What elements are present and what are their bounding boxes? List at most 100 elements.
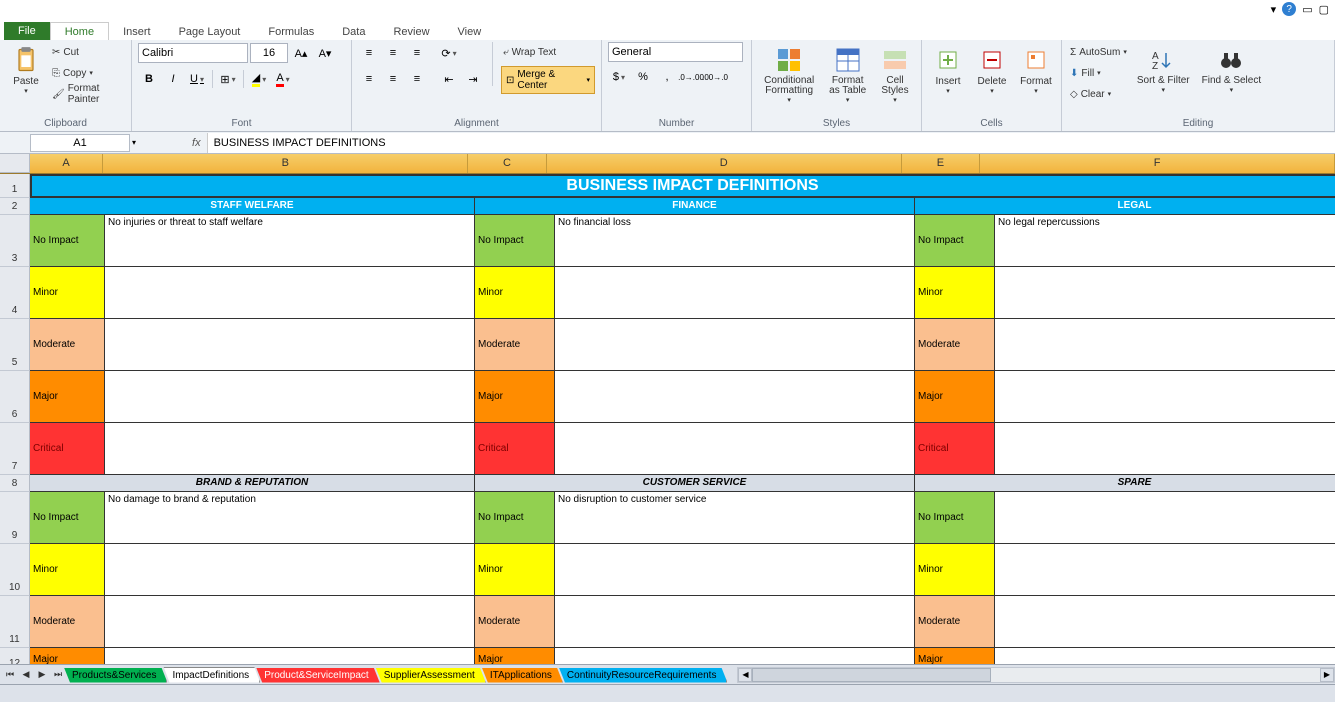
align-center-button[interactable]: ≡ xyxy=(382,68,404,90)
col-E[interactable]: E xyxy=(902,154,981,173)
cell[interactable]: Minor xyxy=(915,267,995,319)
paste-button[interactable]: Paste ▾ xyxy=(6,42,46,97)
row-8[interactable]: 8 xyxy=(0,475,30,492)
row-1[interactable]: 1 xyxy=(0,174,30,198)
italic-button[interactable]: I xyxy=(162,68,184,90)
row-7[interactable]: 7 xyxy=(0,423,30,475)
align-right-button[interactable]: ≡ xyxy=(406,68,428,90)
cell[interactable] xyxy=(105,319,475,371)
cell[interactable]: Minor xyxy=(30,267,105,319)
align-left-button[interactable]: ≡ xyxy=(358,68,380,90)
tab-file[interactable]: File xyxy=(4,22,50,40)
format-cells-button[interactable]: Format▾ xyxy=(1016,42,1056,97)
cell[interactable] xyxy=(555,319,915,371)
cell[interactable] xyxy=(105,596,475,648)
cell[interactable]: SPARE xyxy=(915,475,1335,492)
conditional-formatting-button[interactable]: Conditional Formatting▾ xyxy=(758,42,820,106)
cell[interactable]: No Impact xyxy=(915,215,995,267)
cell[interactable] xyxy=(105,267,475,319)
cell[interactable]: No Impact xyxy=(475,492,555,544)
cell[interactable]: No Impact xyxy=(30,215,105,267)
cell[interactable]: Critical xyxy=(30,423,105,475)
cell[interactable] xyxy=(995,492,1335,544)
cell[interactable] xyxy=(995,267,1335,319)
cell[interactable]: Moderate xyxy=(30,596,105,648)
formula-input[interactable] xyxy=(207,133,1335,153)
cell[interactable]: No Impact xyxy=(915,492,995,544)
cell[interactable]: BUSINESS IMPACT DEFINITIONS xyxy=(30,174,1335,198)
sheet-tab-Products&Services[interactable]: Products&Services xyxy=(64,668,167,683)
increase-decimal-button[interactable]: .0→.00 xyxy=(680,66,702,88)
col-C[interactable]: C xyxy=(468,154,547,173)
cell[interactable]: Minor xyxy=(475,267,555,319)
name-box-dropdown[interactable]: ▾ xyxy=(132,138,136,147)
row-6[interactable]: 6 xyxy=(0,371,30,423)
format-painter-button[interactable]: 🖌Format Painter xyxy=(50,84,125,104)
cell[interactable] xyxy=(105,544,475,596)
help-icon[interactable]: ? xyxy=(1282,2,1296,16)
cell[interactable]: Minor xyxy=(30,544,105,596)
orientation-button[interactable]: ⟳ xyxy=(438,42,460,64)
cell[interactable]: Major xyxy=(915,648,995,664)
insert-cells-button[interactable]: Insert▾ xyxy=(928,42,968,97)
align-top-button[interactable]: ≡ xyxy=(358,42,380,64)
cell[interactable]: Moderate xyxy=(475,319,555,371)
wrap-text-button[interactable]: ⤶Wrap Text xyxy=(501,42,595,62)
cell[interactable]: Moderate xyxy=(475,596,555,648)
cell[interactable]: No damage to brand & reputation xyxy=(105,492,475,544)
cut-button[interactable]: ✂Cut xyxy=(50,42,125,62)
clear-button[interactable]: ◇Clear▾ xyxy=(1068,84,1129,104)
scroll-left-button[interactable]: ◀ xyxy=(738,668,752,682)
autosum-button[interactable]: ΣAutoSum▾ xyxy=(1068,42,1129,62)
currency-button[interactable]: $ xyxy=(608,66,630,88)
cell[interactable]: Major xyxy=(30,648,105,664)
sheet-tab-SupplierAssessment[interactable]: SupplierAssessment xyxy=(376,668,486,683)
decrease-indent-button[interactable]: ⇤ xyxy=(438,68,460,90)
cell[interactable]: STAFF WELFARE xyxy=(30,198,475,215)
bold-button[interactable]: B xyxy=(138,68,160,90)
cell[interactable] xyxy=(555,267,915,319)
cell[interactable]: Major xyxy=(30,371,105,423)
cell[interactable]: No Impact xyxy=(475,215,555,267)
cell[interactable] xyxy=(555,423,915,475)
row-4[interactable]: 4 xyxy=(0,267,30,319)
tab-page-layout[interactable]: Page Layout xyxy=(165,23,255,40)
scroll-thumb[interactable] xyxy=(752,668,990,682)
format-as-table-button[interactable]: Format as Table▾ xyxy=(824,42,871,106)
border-button[interactable]: ⊞ xyxy=(217,68,239,90)
restore-icon[interactable]: ▢ xyxy=(1319,3,1329,16)
sheet-tab-ITApplications[interactable]: ITApplications xyxy=(482,668,563,683)
tab-view[interactable]: View xyxy=(444,23,496,40)
cell[interactable] xyxy=(555,544,915,596)
row-11[interactable]: 11 xyxy=(0,596,30,648)
cell[interactable]: Major xyxy=(915,371,995,423)
row-10[interactable]: 10 xyxy=(0,544,30,596)
scroll-right-button[interactable]: ▶ xyxy=(1320,668,1334,682)
row-9[interactable]: 9 xyxy=(0,492,30,544)
cell[interactable] xyxy=(555,371,915,423)
fill-color-button[interactable]: ◢ xyxy=(248,68,270,90)
tab-insert[interactable]: Insert xyxy=(109,23,165,40)
sheet-tab-ImpactDefinitions[interactable]: ImpactDefinitions xyxy=(163,667,260,683)
cell[interactable]: Minor xyxy=(475,544,555,596)
cell-styles-button[interactable]: Cell Styles▾ xyxy=(875,42,915,106)
col-D[interactable]: D xyxy=(547,154,902,173)
cell[interactable]: Moderate xyxy=(30,319,105,371)
tab-review[interactable]: Review xyxy=(379,23,443,40)
tab-data[interactable]: Data xyxy=(328,23,379,40)
cell[interactable]: No legal repercussions xyxy=(995,215,1335,267)
cell[interactable] xyxy=(995,423,1335,475)
sheet-nav-first[interactable]: ⏮ xyxy=(2,667,18,683)
cell[interactable] xyxy=(995,596,1335,648)
tab-formulas[interactable]: Formulas xyxy=(254,23,328,40)
row-3[interactable]: 3 xyxy=(0,215,30,267)
cell[interactable]: Critical xyxy=(475,423,555,475)
fx-icon[interactable]: fx xyxy=(192,137,201,149)
decrease-decimal-button[interactable]: .00→.0 xyxy=(704,66,726,88)
cell[interactable]: FINANCE xyxy=(475,198,915,215)
cell[interactable]: BRAND & REPUTATION xyxy=(30,475,475,492)
cell[interactable] xyxy=(555,648,915,664)
font-color-button[interactable]: A xyxy=(272,68,294,90)
cell[interactable]: No financial loss xyxy=(555,215,915,267)
cell[interactable]: Major xyxy=(475,648,555,664)
